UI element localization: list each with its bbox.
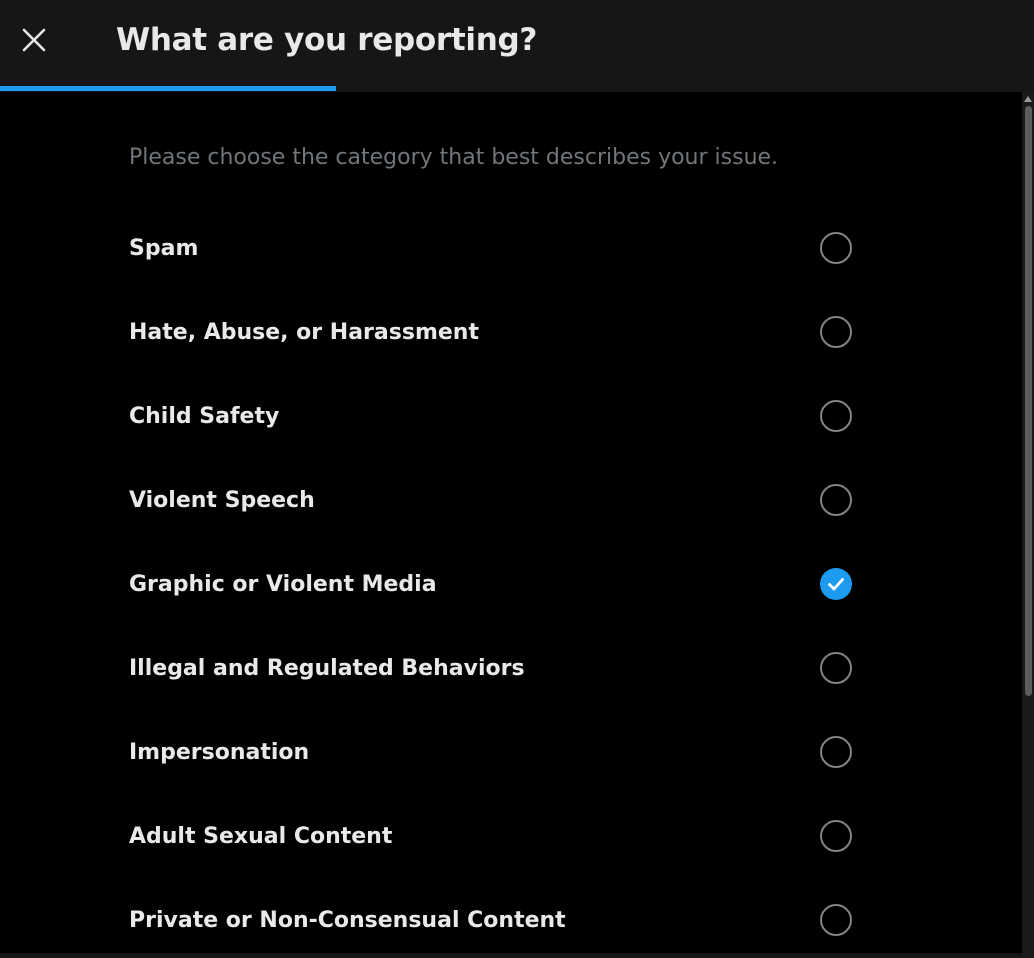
progress-bar-fill bbox=[0, 86, 337, 91]
report-dialog: What are you reporting? Please choose th… bbox=[0, 0, 1034, 958]
dialog-header: What are you reporting? bbox=[0, 0, 1034, 92]
report-option[interactable]: Spam bbox=[129, 216, 869, 286]
instructions-text: Please choose the category that best des… bbox=[129, 145, 779, 170]
report-option-label: Illegal and Regulated Behaviors bbox=[129, 656, 525, 681]
scrollbar[interactable] bbox=[1022, 92, 1034, 958]
scrollbar-thumb[interactable] bbox=[1025, 106, 1032, 696]
report-option-label: Spam bbox=[129, 236, 199, 261]
report-option-label: Hate, Abuse, or Harassment bbox=[129, 320, 479, 345]
report-option-label: Adult Sexual Content bbox=[129, 824, 393, 849]
radio-unchecked-icon[interactable] bbox=[820, 316, 852, 348]
report-option-label: Graphic or Violent Media bbox=[129, 572, 437, 597]
report-option[interactable]: Hate, Abuse, or Harassment bbox=[129, 300, 869, 370]
report-option[interactable]: Impersonation bbox=[129, 720, 869, 790]
report-option-label: Violent Speech bbox=[129, 488, 315, 513]
radio-unchecked-icon[interactable] bbox=[820, 232, 852, 264]
report-option-label: Impersonation bbox=[129, 740, 310, 765]
report-option[interactable]: Adult Sexual Content bbox=[129, 804, 869, 874]
dialog-title: What are you reporting? bbox=[116, 22, 538, 58]
radio-unchecked-icon[interactable] bbox=[820, 652, 852, 684]
radio-unchecked-icon[interactable] bbox=[820, 736, 852, 768]
dialog-bottom-edge bbox=[0, 953, 1022, 958]
dialog-content: Please choose the category that best des… bbox=[0, 92, 1022, 958]
report-option-label: Child Safety bbox=[129, 404, 280, 429]
radio-unchecked-icon[interactable] bbox=[820, 484, 852, 516]
report-option[interactable]: Child Safety bbox=[129, 384, 869, 454]
scroll-up-arrow-icon[interactable] bbox=[1022, 92, 1034, 106]
radio-checked-icon[interactable] bbox=[820, 568, 852, 600]
radio-unchecked-icon[interactable] bbox=[820, 820, 852, 852]
radio-unchecked-icon[interactable] bbox=[820, 400, 852, 432]
radio-unchecked-icon[interactable] bbox=[820, 904, 852, 936]
report-option[interactable]: Illegal and Regulated Behaviors bbox=[129, 636, 869, 706]
close-button[interactable] bbox=[14, 20, 54, 60]
report-option[interactable]: Graphic or Violent Media bbox=[129, 552, 869, 622]
close-icon[interactable] bbox=[21, 27, 47, 53]
report-option-label: Private or Non-Consensual Content bbox=[129, 908, 566, 933]
report-option[interactable]: Private or Non-Consensual Content bbox=[129, 888, 869, 958]
report-option[interactable]: Violent Speech bbox=[129, 468, 869, 538]
